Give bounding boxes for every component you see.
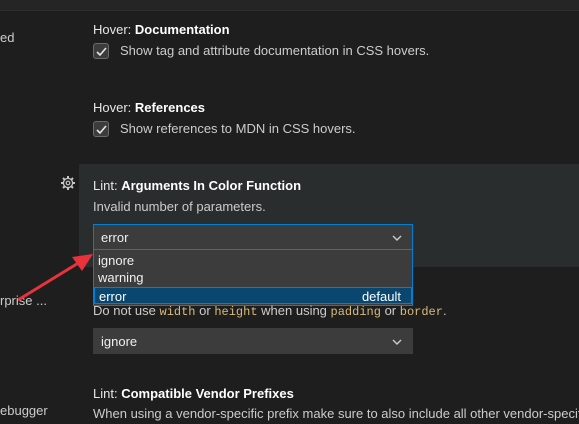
lint-box-model-select[interactable]: ignore [93,328,413,354]
setting-description: When using a vendor-specific prefix make… [93,406,579,421]
setting-description-box-model: Do not use width or height when using pa… [93,303,447,319]
check-icon [95,46,107,56]
dropdown-option-warning[interactable]: warning [94,269,412,286]
top-bar [0,0,579,11]
sidebar-item[interactable]: ebugger [0,403,48,418]
select-value: ignore [101,333,138,349]
setting-title-lint-vendor-prefixes: Lint: Compatible Vendor Prefixes [93,386,294,401]
setting-description: Show tag and attribute documentation in … [120,43,430,58]
lint-arguments-color-select[interactable]: error [93,224,413,250]
chevron-down-icon [392,339,402,345]
setting-description: Show references to MDN in CSS hovers. [120,121,356,136]
dropdown-option-error[interactable]: error default [94,287,412,304]
check-icon [95,124,107,134]
select-dropdown-list: ignore warning error default [93,250,413,306]
hover-documentation-checkbox[interactable] [93,43,109,59]
setting-description: Invalid number of parameters. [93,199,266,214]
setting-title-lint-arguments-color: Lint: Arguments In Color Function [93,178,302,193]
hover-references-checkbox[interactable] [93,121,109,137]
dropdown-option-ignore[interactable]: ignore [94,252,412,269]
chevron-down-icon [392,235,402,241]
setting-title-hover-references: Hover: References [93,100,206,115]
sidebar-item[interactable]: ed [0,30,14,45]
setting-title-hover-documentation: Hover: Documentation [93,22,230,37]
gear-icon[interactable] [60,175,76,191]
annotation-arrow-icon [17,254,93,302]
